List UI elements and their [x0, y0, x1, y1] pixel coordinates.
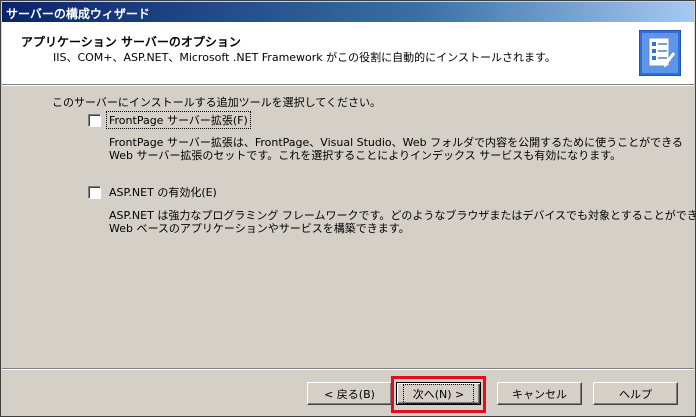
header-divider: [2, 84, 694, 86]
cancel-button[interactable]: キャンセル: [497, 382, 582, 405]
aspnet-checkbox[interactable]: [88, 185, 101, 199]
frontpage-option[interactable]: FrontPage サーバー拡張(F): [88, 111, 251, 129]
aspnet-option[interactable]: ASP.NET の有効化(E): [88, 184, 219, 200]
aspnet-desc-line1: ASP.NET は強力なプログラミング フレームワークです。どのようなブラウザま…: [109, 209, 696, 222]
back-button-label: < 戻る(B): [324, 387, 375, 401]
cancel-button-label: キャンセル: [512, 387, 567, 401]
next-button-label: 次へ(N) >: [402, 383, 475, 404]
frontpage-description: FrontPage サーバー拡張は、FrontPage、Visual Studi…: [109, 136, 683, 162]
window-title: サーバーの構成ウィザード: [6, 7, 150, 21]
page-subtitle: IIS、COM+、ASP.NET、Microsoft .NET Framewor…: [53, 51, 556, 64]
next-button[interactable]: 次へ(N) >: [396, 382, 481, 405]
aspnet-description: ASP.NET は強力なプログラミング フレームワークです。どのようなブラウザま…: [109, 209, 696, 235]
wizard-window: サーバーの構成ウィザード アプリケーション サーバーのオプション IIS、COM…: [0, 0, 696, 417]
frontpage-checkbox[interactable]: [88, 113, 101, 127]
footer-divider: [2, 368, 694, 370]
wizard-header: アプリケーション サーバーのオプション IIS、COM+、ASP.NET、Mic…: [2, 22, 694, 84]
aspnet-desc-line2: Web ベースのアプリケーションやサービスを構築できます。: [109, 222, 410, 235]
wizard-checklist-icon: [639, 30, 681, 76]
frontpage-desc-line1: FrontPage サーバー拡張は、FrontPage、Visual Studi…: [109, 136, 683, 149]
frontpage-desc-line2: Web サーバー拡張のセットです。これを選択することによりインデックス サービス…: [109, 149, 622, 162]
back-button[interactable]: < 戻る(B): [307, 382, 392, 405]
help-button[interactable]: ヘルプ: [593, 382, 678, 405]
page-title: アプリケーション サーバーのオプション: [21, 35, 241, 49]
title-bar[interactable]: サーバーの構成ウィザード: [2, 2, 694, 22]
frontpage-label[interactable]: FrontPage サーバー拡張(F): [106, 111, 251, 129]
intro-text: このサーバーにインストールする追加ツールを選択してください。: [52, 96, 382, 109]
aspnet-label[interactable]: ASP.NET の有効化(E): [107, 184, 219, 200]
help-button-label: ヘルプ: [619, 387, 652, 401]
